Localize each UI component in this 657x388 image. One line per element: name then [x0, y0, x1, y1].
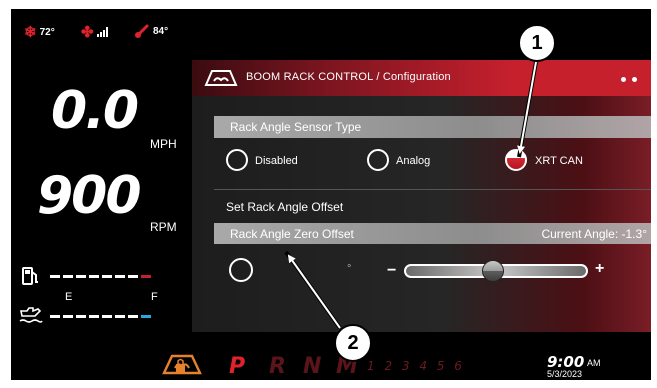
callout-arrows — [284, 61, 538, 330]
callout-2: 2 — [334, 324, 372, 362]
callout-1: 1 — [518, 24, 556, 62]
manual-figure: ❄ 72° ✤ 84° 0.0 MPH 900 RPM E F BOOM RAC… — [0, 0, 657, 388]
